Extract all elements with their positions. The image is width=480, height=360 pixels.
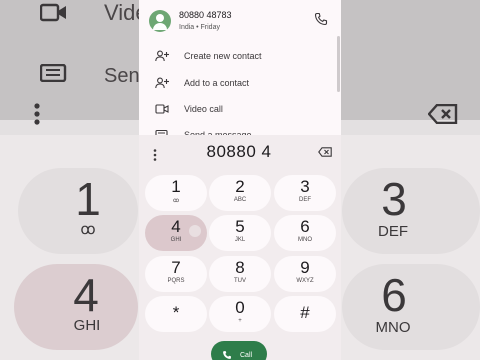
key-star[interactable]: * [145, 296, 207, 332]
call-label: Call [240, 352, 253, 359]
background-key-4-digit: 4 [73, 269, 99, 321]
phone-icon[interactable] [314, 12, 328, 26]
video-call-icon [155, 104, 169, 114]
dialed-number-display[interactable]: 80880 4 [199, 142, 279, 162]
key-letters: JKL [234, 237, 246, 243]
phone-screen: 80880 48783 India • Friday Create new co… [139, 0, 341, 360]
background-key-4-letters: GHI [73, 317, 101, 334]
backspace-icon[interactable] [318, 147, 332, 157]
more-options-icon[interactable] [153, 149, 157, 161]
background-key-1-digit: 1 [75, 173, 101, 225]
key-hash[interactable]: # [274, 296, 336, 332]
background-message-icon [40, 64, 67, 82]
key-4[interactable]: 4 GHI [145, 215, 207, 251]
key-6[interactable]: 6 MNO [274, 215, 336, 251]
key-0[interactable]: 0 + [209, 296, 271, 332]
contact-meta: India • Friday [179, 24, 220, 31]
background-backspace-icon [428, 104, 458, 124]
key-letters: TUV [234, 278, 246, 284]
key-digit: 5 [235, 217, 245, 236]
key-letters: WXYZ [296, 278, 314, 284]
background-send-label: Sen [104, 65, 140, 87]
key-digit: 6 [300, 217, 310, 236]
phone-icon [223, 351, 231, 359]
key-3[interactable]: 3 DEF [274, 175, 336, 211]
key-letters: + [238, 318, 242, 324]
touch-ripple [189, 225, 201, 237]
key-digit: 3 [300, 177, 310, 196]
scrollbar[interactable] [337, 36, 340, 92]
avatar [149, 10, 171, 32]
key-5[interactable]: 5 JKL [209, 215, 271, 251]
key-2[interactable]: 2 ABC [209, 175, 271, 211]
background-key-6-letters: MNO [375, 319, 411, 336]
video-call-label: Video call [184, 104, 223, 114]
key-letters: DEF [299, 197, 311, 203]
key-letters: GHI [170, 237, 182, 243]
key-digit: 1 [171, 177, 181, 196]
background-key-1-letters: ꝏ [80, 221, 96, 238]
contact-suggestion-card: 80880 48783 India • Friday Create new co… [139, 0, 341, 140]
add-to-contact-icon [155, 77, 169, 89]
background-key-3-letters: DEF [378, 223, 408, 240]
key-8[interactable]: 8 TUV [209, 256, 271, 292]
key-1[interactable]: 1 ꝏ [145, 175, 207, 211]
background-more-icon [34, 103, 40, 125]
key-7[interactable]: 7 PQRS [145, 256, 207, 292]
background-key-3-digit: 3 [381, 173, 407, 225]
key-letters: MNO [298, 237, 312, 243]
background-video-icon [40, 3, 66, 22]
add-contact-icon [155, 50, 169, 62]
key-letters: ABC [233, 197, 247, 203]
background-key-6-digit: 6 [381, 269, 407, 321]
key-letters: PQRS [167, 278, 185, 284]
key-digit: 7 [171, 258, 181, 277]
key-digit: 8 [235, 258, 245, 277]
key-9[interactable]: 9 WXYZ [274, 256, 336, 292]
voicemail-icon: ꝏ [172, 198, 180, 204]
key-digit: 0 [235, 298, 245, 317]
call-button[interactable]: Call [211, 341, 267, 360]
add-to-contact-label: Add to a contact [184, 78, 250, 88]
key-digit: * [172, 303, 180, 322]
key-digit: 9 [300, 258, 310, 277]
contact-number: 80880 48783 [179, 10, 232, 20]
create-new-contact-label: Create new contact [184, 51, 262, 61]
key-digit: # [300, 303, 310, 322]
key-digit: 2 [235, 177, 245, 196]
